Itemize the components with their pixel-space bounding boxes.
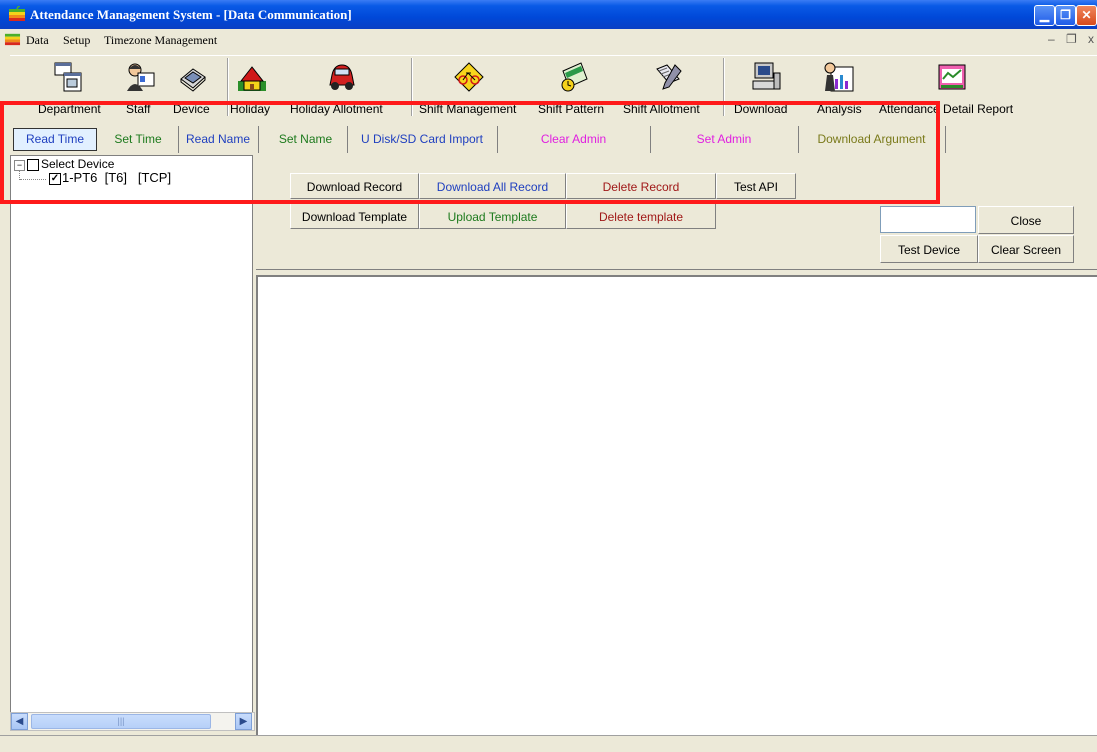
scroll-thumb[interactable]: ||| — [31, 714, 211, 729]
calendar-icon — [561, 62, 588, 92]
delete-template-button[interactable]: Delete template — [566, 203, 716, 229]
tree-horizontal-scrollbar[interactable]: ◀ ||| ▶ — [10, 712, 255, 731]
department-icon — [54, 62, 82, 92]
analysis-icon — [824, 62, 854, 92]
menu-bar: Data Setup Timezone Management – ❐ x — [0, 29, 1097, 50]
output-log-area[interactable] — [256, 275, 1097, 735]
scroll-right-button[interactable]: ▶ — [235, 713, 252, 730]
app-logo-icon — [9, 6, 25, 21]
download-template-button[interactable]: Download Template — [290, 203, 419, 229]
report-icon — [938, 64, 966, 90]
menu-data[interactable]: Data — [26, 33, 49, 48]
holiday-icon — [238, 66, 266, 91]
upload-template-button[interactable]: Upload Template — [419, 203, 566, 229]
menu-timezone-management[interactable]: Timezone Management — [104, 33, 217, 48]
device-icon — [180, 68, 206, 92]
title-bar: Attendance Management System - [Data Com… — [0, 0, 1097, 29]
menu-setup[interactable]: Setup — [63, 33, 90, 48]
device-tree: − Select Device ✓ 1-PT6 [T6] [TCP] — [10, 155, 253, 714]
annotation-highlight-box — [0, 101, 940, 204]
restore-button[interactable]: ❐ — [1055, 5, 1076, 26]
close-button[interactable]: Close — [978, 206, 1074, 234]
bicycle-icon — [454, 62, 484, 92]
input-field[interactable] — [880, 206, 976, 233]
mdi-restore-button[interactable]: ❐ — [1066, 32, 1077, 46]
app-logo-icon — [4, 33, 21, 46]
divider — [256, 269, 1097, 270]
minimize-button[interactable]: ▁ — [1034, 5, 1055, 26]
staff-icon — [127, 63, 155, 91]
computer-icon — [752, 62, 781, 90]
pen-icon — [656, 64, 682, 90]
scroll-left-button[interactable]: ◀ — [11, 713, 28, 730]
close-window-button[interactable]: ✕ — [1076, 5, 1097, 26]
clear-screen-button[interactable]: Clear Screen — [978, 235, 1074, 263]
status-bar — [0, 735, 1097, 752]
test-device-button[interactable]: Test Device — [880, 235, 978, 263]
mdi-close-button[interactable]: x — [1088, 32, 1094, 46]
window-title: Attendance Management System - [Data Com… — [30, 7, 352, 22]
mdi-minimize-button[interactable]: – — [1048, 32, 1055, 46]
car-icon — [329, 64, 355, 90]
